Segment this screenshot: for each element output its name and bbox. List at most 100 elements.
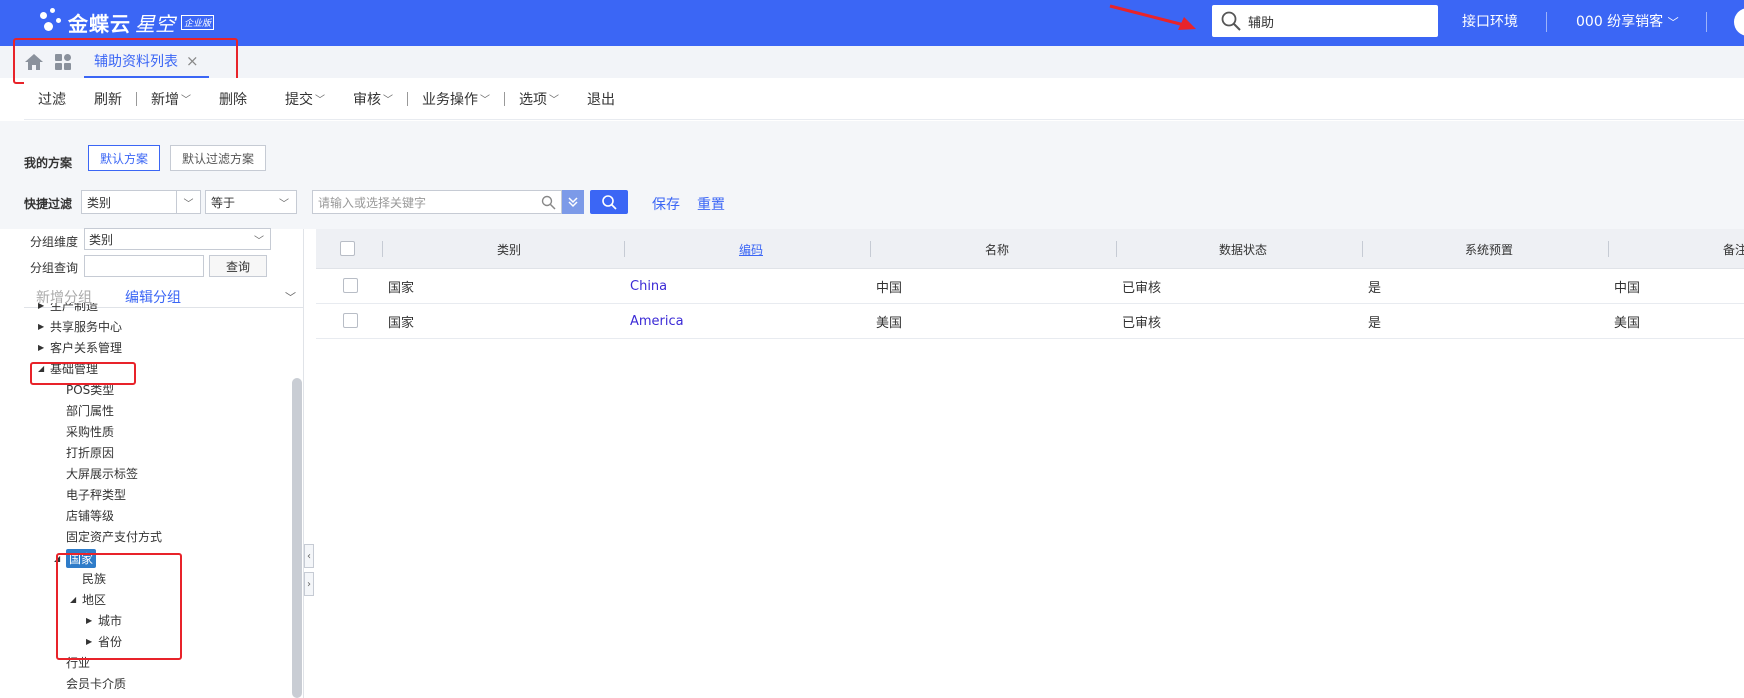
default-scheme-button[interactable]: 默认方案 xyxy=(88,145,161,171)
tree-node[interactable]: ▶ 生产制造 xyxy=(38,303,98,314)
filter-button[interactable]: 过滤 xyxy=(24,89,80,109)
column-header[interactable]: 系统预置 xyxy=(1366,229,1612,269)
delete-label: 删除 xyxy=(219,91,247,108)
quick-filter-label: 快捷过滤 xyxy=(24,197,73,211)
business-label: 业务操作 xyxy=(422,91,478,108)
filter-field-select[interactable]: 类别 ﹀ xyxy=(81,190,201,214)
tree-node-label: 采购性质 xyxy=(66,425,115,439)
filter-operator-value: 等于 xyxy=(211,195,236,210)
org-selector[interactable]: 000 纷享销客 ﹀ xyxy=(1576,11,1679,31)
add-button[interactable]: 新增 ﹀ xyxy=(137,89,205,109)
keyword-dropdown-button[interactable] xyxy=(562,190,584,214)
collapse-left-icon[interactable]: ‹ xyxy=(304,544,314,568)
submit-button[interactable]: 提交 ﹀ xyxy=(261,89,339,109)
audit-button[interactable]: 审核 ﹀ xyxy=(339,89,407,109)
global-search-input[interactable] xyxy=(1248,13,1418,29)
tree-node[interactable]: 电子秤类型 xyxy=(54,486,126,503)
chevron-down-icon: ﹀ xyxy=(254,235,264,247)
column-header[interactable]: 数据状态 xyxy=(1120,229,1366,269)
business-ops-button[interactable]: 业务操作 ﹀ xyxy=(408,89,504,109)
annotation-box-basic-mgmt xyxy=(30,362,136,385)
tree-node[interactable]: ▶ 客户关系管理 xyxy=(38,339,122,356)
tree-node[interactable]: 大屏展示标签 xyxy=(54,465,138,482)
tab-bar: 辅助资料列表 × xyxy=(0,46,1744,78)
env-link[interactable]: 接口环境 xyxy=(1462,11,1518,31)
row-checkbox[interactable] xyxy=(343,278,358,293)
table-row[interactable]: 国家 America 美国 已审核 是 美国 xyxy=(316,304,1744,339)
filter-field-value: 类别 xyxy=(87,195,112,210)
chevron-down-icon: ﹀ xyxy=(181,95,191,106)
select-all-checkbox[interactable] xyxy=(340,241,355,256)
column-divider[interactable] xyxy=(382,241,383,257)
table-cell: 已审核 xyxy=(1122,280,1162,296)
column-header[interactable]: 备注 xyxy=(1612,229,1744,269)
keyword-placeholder: 请输入或选择关键字 xyxy=(318,195,427,210)
tree-node[interactable]: 采购性质 xyxy=(54,423,114,440)
column-header[interactable]: 编码 xyxy=(628,229,874,269)
group-dim-label: 分组维度 xyxy=(30,235,79,249)
tree-node[interactable]: 店铺等级 xyxy=(54,507,114,524)
user-avatar[interactable] xyxy=(1734,8,1744,36)
app-window: 金蝶云 星空 企业版 接口环境 000 纷享销客 ﹀ xyxy=(0,0,1744,698)
group-dim-value: 类别 xyxy=(89,232,114,247)
exit-label: 退出 xyxy=(587,91,615,108)
tree-node[interactable]: 打折原因 xyxy=(54,444,114,461)
column-divider[interactable] xyxy=(1116,241,1117,257)
refresh-button[interactable]: 刷新 xyxy=(80,89,136,109)
header-divider xyxy=(1546,12,1547,32)
tree-node-label: 大屏展示标签 xyxy=(66,467,139,481)
chevron-down-icon: ﹀ xyxy=(176,191,200,213)
tree-node[interactable]: 固定资产支付方式 xyxy=(54,528,162,545)
options-button[interactable]: 选项 ﹀ xyxy=(505,89,573,109)
search-icon xyxy=(1221,11,1241,31)
table-cell: 中国 xyxy=(876,280,903,296)
logo[interactable]: 金蝶云 星空 企业版 xyxy=(38,2,215,42)
tree-node-label: 打折原因 xyxy=(66,446,115,460)
global-search[interactable] xyxy=(1212,5,1438,37)
tree-node[interactable]: 会员卡介质 xyxy=(54,675,126,692)
column-header[interactable]: 类别 xyxy=(386,229,632,269)
tree-node-label: 电子秤类型 xyxy=(66,488,127,502)
expand-arrow-icon[interactable]: ▶ xyxy=(38,303,50,310)
column-divider[interactable] xyxy=(870,241,871,257)
row-code-link[interactable]: China xyxy=(630,269,667,303)
red-arrow-icon xyxy=(1109,4,1196,30)
group-query-label: 分组查询 xyxy=(30,261,79,275)
expand-arrow-icon[interactable]: ▶ xyxy=(38,322,50,331)
group-query-input[interactable] xyxy=(84,255,204,277)
column-divider[interactable] xyxy=(1608,241,1609,257)
tree-node[interactable]: ▶ 共享服务中心 xyxy=(38,318,122,335)
column-divider[interactable] xyxy=(624,241,625,257)
submit-label: 提交 xyxy=(285,91,313,108)
annotation-box-country xyxy=(56,553,182,660)
keyword-input[interactable]: 请输入或选择关键字 xyxy=(312,190,562,214)
column-header[interactable]: 名称 xyxy=(874,229,1120,269)
expand-right-icon[interactable]: › xyxy=(304,572,314,596)
table-row[interactable]: 国家 China 中国 已审核 是 中国 xyxy=(316,269,1744,304)
keyword-search-button[interactable] xyxy=(590,190,628,214)
save-button[interactable]: 保存 xyxy=(652,194,680,214)
header-divider-2 xyxy=(1706,12,1707,32)
search-icon xyxy=(602,195,617,210)
options-label: 选项 xyxy=(519,91,547,108)
toolbar: 过滤 刷新 新增 ﹀ 删除 提交 ﹀ 审核 ﹀ 业务操作 ﹀ 选项 ﹀ 退出 xyxy=(24,78,1744,120)
tree-node[interactable]: 部门属性 xyxy=(54,402,114,419)
row-code-link[interactable]: America xyxy=(630,304,684,338)
reset-button[interactable]: 重置 xyxy=(697,194,725,214)
filter-operator-select[interactable]: 等于 ﹀ xyxy=(205,190,297,214)
query-button[interactable]: 查询 xyxy=(209,255,267,277)
tree-node-label: 共享服务中心 xyxy=(50,320,123,334)
double-chevron-down-icon xyxy=(568,197,578,208)
delete-button[interactable]: 删除 xyxy=(205,89,261,109)
expand-arrow-icon[interactable]: ▶ xyxy=(38,343,50,352)
group-dim-select[interactable]: 类别 ﹀ xyxy=(84,228,271,250)
tree-scrollbar[interactable] xyxy=(292,378,302,698)
default-filter-scheme-button[interactable]: 默认过滤方案 xyxy=(170,145,267,171)
top-header: 金蝶云 星空 企业版 接口环境 000 纷享销客 ﹀ xyxy=(0,0,1744,46)
org-label: 000 纷享销客 xyxy=(1576,14,1664,30)
table-cell: 国家 xyxy=(388,280,415,296)
exit-button[interactable]: 退出 xyxy=(573,89,629,109)
table-cell: 已审核 xyxy=(1122,315,1162,331)
row-checkbox[interactable] xyxy=(343,313,358,328)
column-divider[interactable] xyxy=(1362,241,1363,257)
